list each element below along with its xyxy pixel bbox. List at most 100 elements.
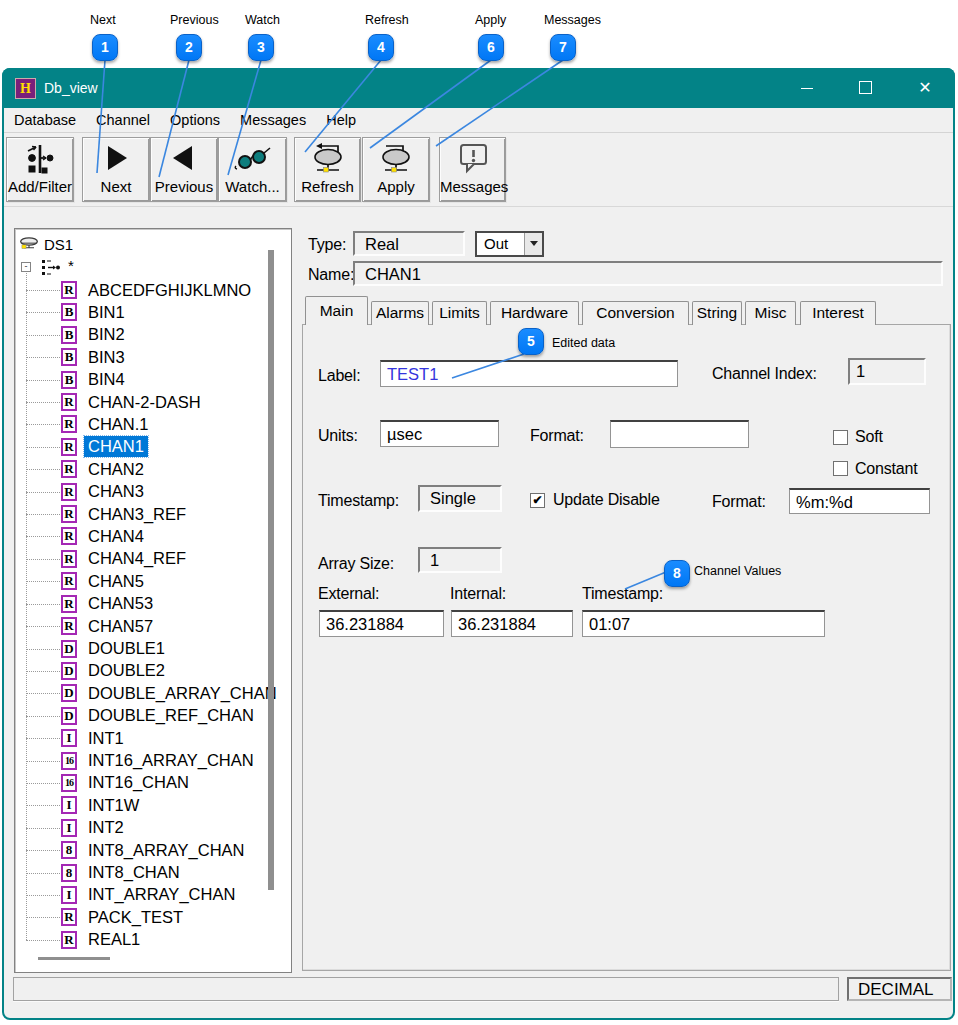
tree-item[interactable]: R CHAN4_REF: [15, 548, 291, 570]
label-input[interactable]: TEST1: [380, 360, 678, 387]
tree-item[interactable]: B BIN4: [15, 368, 291, 390]
tree-item[interactable]: I INT2: [15, 817, 291, 839]
constant-label: Constant: [855, 460, 917, 478]
apply-button[interactable]: Apply: [362, 137, 430, 202]
tree-connector: [26, 873, 60, 874]
tab[interactable]: Main: [305, 296, 368, 325]
tree-item[interactable]: R REAL1: [15, 929, 291, 951]
chevron-down-icon[interactable]: [524, 233, 542, 255]
callout-label-messages: Messages: [544, 13, 601, 27]
tree-connector: [26, 783, 60, 784]
tree-item[interactable]: I INT_ARRAY_CHAN: [15, 884, 291, 906]
tree-item[interactable]: 16 INT16_ARRAY_CHAN: [15, 749, 291, 771]
menu-item[interactable]: Channel: [86, 108, 160, 132]
tree-connector: [26, 469, 60, 470]
units-input[interactable]: µsec: [380, 420, 499, 447]
tree-item[interactable]: R PACK_TEST: [15, 906, 291, 928]
refresh-button[interactable]: Refresh: [294, 137, 361, 202]
apply-icon: [363, 138, 429, 178]
tree-item[interactable]: I INT1W: [15, 794, 291, 816]
database-node-icon: [19, 236, 39, 256]
tab[interactable]: Hardware: [490, 301, 579, 325]
tree-item[interactable]: R ABCEDFGHIJKLMNO: [15, 279, 291, 301]
tree-item[interactable]: 8 INT8_CHAN: [15, 861, 291, 883]
tree-group-star[interactable]: - *: [15, 256, 291, 278]
menu-item[interactable]: Messages: [230, 108, 316, 132]
tree-root-ds1[interactable]: DS1: [15, 234, 291, 256]
type-letter-icon: R: [61, 617, 77, 635]
close-button[interactable]: ✕: [914, 78, 936, 98]
tree-item[interactable]: D DOUBLE_REF_CHAN: [15, 705, 291, 727]
array-size-label: Array Size:: [318, 555, 394, 573]
tree-item[interactable]: D DOUBLE2: [15, 660, 291, 682]
callout-badge-8: 8: [664, 560, 690, 587]
format-input[interactable]: [610, 420, 749, 448]
watch-icon: [219, 138, 286, 178]
maximize-button[interactable]: [854, 78, 876, 98]
tree-item[interactable]: R CHAN.1: [15, 413, 291, 435]
add-filter-button[interactable]: Add/Filter: [6, 137, 74, 202]
tab[interactable]: Interest: [800, 301, 876, 325]
type-letter-icon: I: [61, 819, 77, 837]
constant-checkbox[interactable]: [833, 461, 848, 476]
tree-item[interactable]: I INT1: [15, 727, 291, 749]
watch-button[interactable]: Watch...: [218, 137, 287, 202]
tree-connector: [26, 895, 60, 896]
name-value-box: CHAN1: [353, 261, 943, 286]
tree-connector: [26, 312, 60, 313]
tree-item[interactable]: R CHAN53: [15, 593, 291, 615]
soft-checkbox[interactable]: [833, 430, 848, 445]
type-label: Type:: [308, 236, 346, 254]
tree-item[interactable]: R CHAN4: [15, 525, 291, 547]
tab[interactable]: String: [692, 301, 742, 325]
tree-item[interactable]: 16 INT16_CHAN: [15, 772, 291, 794]
tree-connector: [26, 290, 60, 291]
tree-item[interactable]: R CHAN5: [15, 570, 291, 592]
tab[interactable]: Misc: [745, 301, 796, 325]
tree-item[interactable]: D DOUBLE_ARRAY_CHAN: [15, 682, 291, 704]
menu-item[interactable]: Database: [4, 108, 86, 132]
type-letter-icon: R: [61, 281, 77, 299]
group-icon: [41, 259, 61, 280]
external-input[interactable]: 36.231884: [319, 610, 444, 637]
tree-item[interactable]: D DOUBLE1: [15, 637, 291, 659]
type-letter-icon: D: [61, 707, 77, 725]
tree-item[interactable]: R CHAN3: [15, 480, 291, 502]
units-label: Units:: [318, 427, 358, 445]
tab[interactable]: Alarms: [371, 301, 429, 325]
format2-input[interactable]: %m:%d: [789, 488, 930, 514]
tree-horizontal-scrollbar[interactable]: [38, 957, 110, 960]
tree-item[interactable]: R CHAN57: [15, 615, 291, 637]
window-title: Db_view: [44, 80, 98, 96]
tree-item[interactable]: 8 INT8_ARRAY_CHAN: [15, 839, 291, 861]
app-window: H Db_view ✕ DatabaseChannelOptionsMessag…: [2, 68, 955, 1020]
type-letter-icon: I: [61, 729, 77, 747]
tree-item[interactable]: B BIN1: [15, 301, 291, 323]
tree-item[interactable]: B BIN2: [15, 324, 291, 346]
messages-button[interactable]: Messages: [439, 137, 506, 202]
menu-item[interactable]: Help: [316, 108, 366, 132]
tree-item[interactable]: B BIN3: [15, 346, 291, 368]
tab[interactable]: Limits: [432, 301, 487, 325]
menu-item[interactable]: Options: [160, 108, 230, 132]
app-icon: H: [15, 78, 36, 99]
type-letter-icon: R: [61, 931, 77, 949]
tree-connector: [26, 604, 60, 605]
tab[interactable]: Conversion: [582, 301, 689, 325]
tree-item[interactable]: R CHAN2: [15, 458, 291, 480]
tree-connector: [26, 805, 60, 806]
direction-combobox[interactable]: Out: [475, 231, 544, 257]
tree-item[interactable]: R CHAN3_REF: [15, 503, 291, 525]
tree-item[interactable]: R CHAN1: [15, 436, 291, 458]
timestamp2-input[interactable]: 01:07: [582, 610, 825, 637]
tree-item[interactable]: R CHAN-2-DASH: [15, 391, 291, 413]
array-size-box: 1: [418, 547, 502, 573]
internal-input[interactable]: 36.231884: [451, 610, 573, 637]
minimize-button[interactable]: [796, 78, 818, 98]
tab-bar: MainAlarmsLimitsHardwareConversionString…: [305, 296, 879, 325]
tree-vertical-scrollbar[interactable]: [268, 250, 274, 890]
next-button[interactable]: Next: [82, 137, 150, 202]
previous-button[interactable]: Previous: [150, 137, 218, 202]
collapse-icon[interactable]: -: [21, 262, 31, 272]
update-disable-checkbox[interactable]: ✔: [530, 493, 545, 508]
